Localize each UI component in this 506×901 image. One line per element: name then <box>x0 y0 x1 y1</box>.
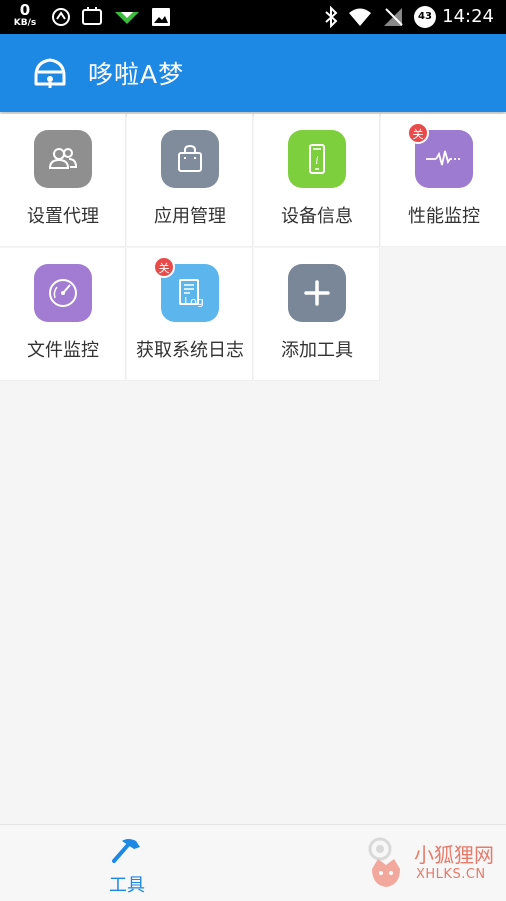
tool-label: 设备信息 <box>281 206 353 227</box>
app-bar: 哆啦A梦 <box>0 34 506 112</box>
tool-tile: i <box>288 130 346 188</box>
fox-logo-icon <box>368 837 400 887</box>
tool-label: 应用管理 <box>154 206 226 227</box>
tool-app-management[interactable]: 应用管理 <box>127 114 253 247</box>
watermark-url: XHLKS.CN <box>416 867 486 882</box>
tool-performance-monitor[interactable]: 关 性能监控 <box>381 114 506 247</box>
nav-tab-tools[interactable]: 工具 <box>96 835 158 897</box>
tool-device-info[interactable]: i 设备信息 <box>254 114 380 247</box>
battery-icon: 43 <box>414 6 436 28</box>
tool-tile <box>34 130 92 188</box>
network-speed: 0 KB/s <box>10 3 40 28</box>
no-sim-signal-icon <box>384 8 403 26</box>
clock: 14:24 <box>442 6 494 27</box>
tool-tile <box>161 130 219 188</box>
watermark: 小狐狸网 XHLKS.CN <box>364 833 504 897</box>
notification-app-icon <box>82 7 102 25</box>
off-badge: 关 <box>407 122 429 144</box>
phone-info-icon: i <box>309 144 325 174</box>
app-notification-icon <box>115 12 139 24</box>
svg-text:Log: Log <box>184 295 204 308</box>
tool-tile <box>34 264 92 322</box>
hammer-icon <box>112 839 140 863</box>
tool-label: 文件监控 <box>27 340 99 361</box>
pulse-icon <box>426 150 462 166</box>
bottom-nav: 工具 小狐狸网 XHLKS.CN <box>0 824 506 901</box>
tool-proxy-settings[interactable]: 设置代理 <box>0 114 126 247</box>
plus-icon <box>304 280 330 306</box>
tool-label: 性能监控 <box>408 206 480 227</box>
watermark-title: 小狐狸网 <box>414 843 494 867</box>
image-icon <box>152 8 170 26</box>
off-badge: 关 <box>153 256 175 278</box>
svg-text:i: i <box>315 156 318 167</box>
wifi-icon <box>349 8 371 26</box>
tool-label: 设置代理 <box>27 206 99 227</box>
log-icon: Log <box>179 279 204 308</box>
tool-file-monitor[interactable]: 文件监控 <box>0 248 126 381</box>
data-saver-icon <box>52 8 70 26</box>
tool-tile: 关 <box>407 122 473 188</box>
doraemon-bell-icon <box>34 58 66 88</box>
radar-icon <box>49 279 77 307</box>
shopping-bag-icon <box>178 144 202 172</box>
tool-tile <box>288 264 346 322</box>
nav-tab-tools-label: 工具 <box>109 875 145 896</box>
tool-add[interactable]: 添加工具 <box>254 248 380 381</box>
tool-label: 添加工具 <box>281 340 353 361</box>
tool-tile: Log 关 <box>153 256 219 322</box>
network-speed-unit: KB/s <box>13 18 37 28</box>
network-speed-value: 0 <box>19 1 31 19</box>
users-icon <box>48 148 78 169</box>
tool-system-log[interactable]: Log 关 获取系统日志 <box>127 248 253 381</box>
tool-label: 获取系统日志 <box>136 340 244 361</box>
app-title: 哆啦A梦 <box>88 60 185 89</box>
status-bar: 0 KB/s 43 14:24 <box>0 0 506 34</box>
bluetooth-icon <box>325 6 338 28</box>
